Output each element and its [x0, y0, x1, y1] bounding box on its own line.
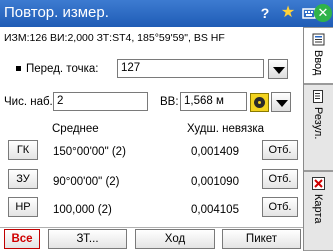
window-title: Повтор. измер. — [4, 4, 109, 21]
vert-angle-button[interactable]: ЗУ — [8, 169, 38, 189]
sets-field[interactable]: 2 — [53, 92, 148, 111]
backsight-dropdown-button[interactable] — [268, 59, 288, 79]
hz-angle-mean: 150°00'00" (2) — [53, 146, 126, 158]
column-header-mean: Среднее — [52, 123, 99, 135]
traverse-button[interactable]: Ход — [135, 229, 215, 249]
close-icon[interactable]: ✕ — [314, 4, 332, 22]
column-header-worst-residual: Худш. невязка — [187, 123, 265, 135]
vert-angle-mean: 90°00'00" (2) — [53, 176, 120, 188]
results-icon — [312, 90, 325, 103]
tab-map[interactable]: Карта — [304, 171, 333, 251]
title-bar: Повтор. измер. ? ★ ✕ — [0, 0, 333, 27]
backsight-label: Перед. точка: — [26, 63, 99, 75]
target-dropdown-button[interactable] — [271, 92, 291, 112]
stakeout-button[interactable]: Пикет — [222, 229, 301, 249]
tab-input[interactable]: Ввод — [304, 27, 333, 84]
vert-angle-worst: 0,001090 — [191, 176, 239, 188]
all-button[interactable]: Все — [4, 229, 40, 249]
hz-angle-worst: 0,001409 — [191, 146, 239, 158]
map-icon — [312, 177, 325, 190]
tab-results[interactable]: Резул. — [304, 84, 333, 171]
tab-results-label: Резул. — [312, 107, 324, 140]
slope-dist-worst: 0,004105 — [191, 204, 239, 216]
input-icon — [312, 33, 325, 46]
vert-angle-select-button[interactable]: Отб. — [262, 169, 298, 189]
bottom-separator — [0, 227, 303, 228]
side-tab-strip: Ввод Резул. Карта — [303, 27, 333, 251]
slope-dist-mean: 100,000 (2) — [53, 204, 112, 216]
slope-dist-button[interactable]: НР — [8, 197, 38, 217]
bullet-icon — [16, 66, 21, 71]
hz-angle-button[interactable]: ГК — [8, 140, 38, 160]
star-icon[interactable]: ★ — [278, 3, 298, 23]
sets-label: Чис. наб.: — [4, 96, 56, 108]
target-height-field[interactable]: 1,568 м — [180, 92, 247, 111]
slope-dist-select-button[interactable]: Отб. — [262, 197, 298, 217]
help-icon[interactable]: ? — [255, 3, 275, 23]
tab-input-label: Ввод — [312, 50, 324, 76]
target-height-label: ВВ: — [160, 96, 179, 108]
station-setup-button[interactable]: ЗТ... — [48, 229, 127, 249]
status-line: ИЗМ:126 ВИ:2,000 ЗТ:ST4, 185°59'59", BS … — [4, 32, 225, 44]
backsight-point-field[interactable]: 127 — [117, 59, 264, 78]
prism-target-icon[interactable] — [250, 93, 269, 112]
tab-map-label: Карта — [312, 194, 324, 224]
hz-angle-select-button[interactable]: Отб. — [262, 140, 298, 160]
